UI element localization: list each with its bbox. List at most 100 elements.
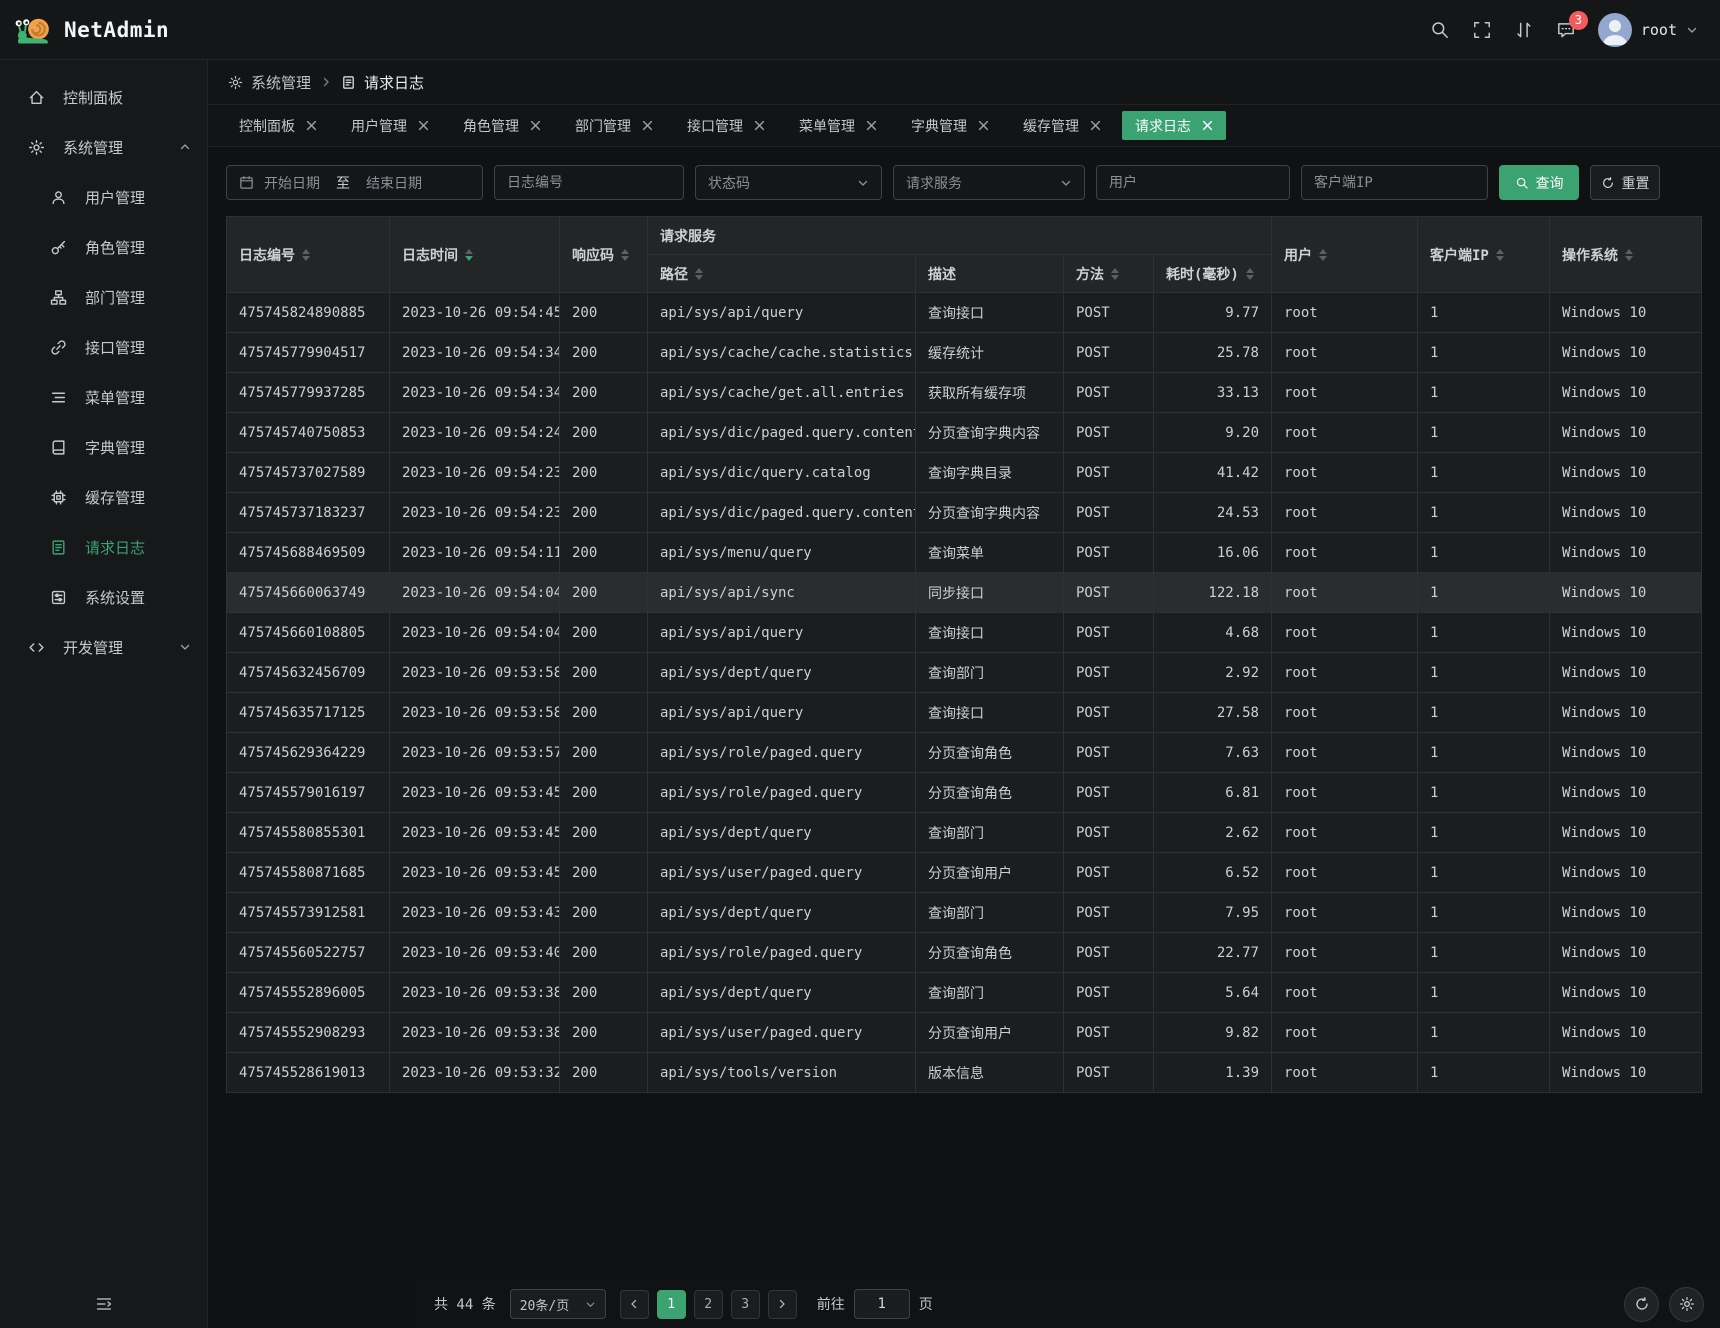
tab-label: 接口管理 (687, 116, 743, 136)
table-row[interactable]: 475745737027589 2023-10-26 09:54:23 200 … (227, 453, 1702, 493)
sidebar-item-menus[interactable]: 菜单管理 (0, 372, 207, 422)
breadcrumb: 系统管理 请求日志 (208, 60, 1720, 105)
table-row[interactable]: 475745573912581 2023-10-26 09:53:43 200 … (227, 893, 1702, 933)
table-row[interactable]: 475745740750853 2023-10-26 09:54:24 200 … (227, 413, 1702, 453)
table-row[interactable]: 475745560522757 2023-10-26 09:53:40 200 … (227, 933, 1702, 973)
close-icon[interactable] (530, 120, 541, 131)
sidebar-item-development[interactable]: 开发管理 (0, 622, 207, 672)
col-header-user[interactable]: 用户 (1272, 217, 1418, 293)
tab-departments[interactable]: 部门管理 (562, 111, 666, 140)
log-id-input[interactable] (495, 166, 683, 199)
sidebar-item-roles[interactable]: 角色管理 (0, 222, 207, 272)
table-row[interactable]: 475745629364229 2023-10-26 09:53:57 200 … (227, 733, 1702, 773)
col-header-os[interactable]: 操作系统 (1550, 217, 1702, 293)
table-row[interactable]: 475745660063749 2023-10-26 09:54:04 200 … (227, 573, 1702, 613)
close-icon[interactable] (1090, 120, 1101, 131)
table-row[interactable]: 475745779937285 2023-10-26 09:54:34 200 … (227, 373, 1702, 413)
cell-user: root (1272, 773, 1418, 813)
col-header-log-time[interactable]: 日志时间 (390, 217, 560, 293)
table-row[interactable]: 475745580855301 2023-10-26 09:53:45 200 … (227, 813, 1702, 853)
query-button[interactable]: 查询 (1499, 165, 1579, 200)
cell-log-id: 475745632456709 (227, 653, 390, 693)
prev-page-button[interactable] (620, 1290, 649, 1319)
table-row[interactable]: 475745635717125 2023-10-26 09:53:58 200 … (227, 693, 1702, 733)
col-header-log-id[interactable]: 日志编号 (227, 217, 390, 293)
status-code-select[interactable]: 状态码 (695, 165, 882, 200)
col-header-duration[interactable]: 耗时(毫秒) (1154, 255, 1272, 293)
tab-menus[interactable]: 菜单管理 (786, 111, 890, 140)
sidebar-item-users[interactable]: 用户管理 (0, 172, 207, 222)
request-log-table: 日志编号 日志时间 响应码 请求服务 用户 客户端IP 操作系统 路径 描述 方… (226, 216, 1702, 1093)
client-ip-input[interactable] (1302, 166, 1487, 199)
table-row[interactable]: 475745580871685 2023-10-26 09:53:45 200 … (227, 853, 1702, 893)
col-header-status-code[interactable]: 响应码 (560, 217, 648, 293)
date-range-picker[interactable]: 开始日期 至 结束日期 (226, 165, 483, 200)
search-icon[interactable] (1430, 20, 1450, 40)
tab-dashboard[interactable]: 控制面板 (226, 111, 330, 140)
sidebar-collapse-button[interactable] (0, 1280, 207, 1328)
cell-log-time: 2023-10-26 09:54:34 (390, 373, 560, 413)
close-icon[interactable] (642, 120, 653, 131)
next-page-button[interactable] (768, 1290, 797, 1319)
table-row[interactable]: 475745737183237 2023-10-26 09:54:23 200 … (227, 493, 1702, 533)
tab-request-logs[interactable]: 请求日志 (1122, 111, 1226, 140)
table-row[interactable]: 475745688469509 2023-10-26 09:54:11 200 … (227, 533, 1702, 573)
col-header-method[interactable]: 方法 (1064, 255, 1154, 293)
sidebar-item-dashboard[interactable]: 控制面板 (0, 72, 207, 122)
table-row[interactable]: 475745660108805 2023-10-26 09:54:04 200 … (227, 613, 1702, 653)
sidebar-item-label: 请求日志 (85, 537, 145, 558)
col-header-client-ip[interactable]: 客户端IP (1418, 217, 1550, 293)
tab-roles[interactable]: 角色管理 (450, 111, 554, 140)
page-button-1[interactable]: 1 (657, 1290, 686, 1319)
fullscreen-icon[interactable] (1472, 20, 1492, 40)
page-size-select[interactable]: 20条/页 (510, 1289, 606, 1319)
service-select[interactable]: 请求服务 (893, 165, 1085, 200)
tab-apis[interactable]: 接口管理 (674, 111, 778, 140)
tab-dictionary[interactable]: 字典管理 (898, 111, 1002, 140)
settings-button[interactable] (1669, 1287, 1704, 1322)
table-row[interactable]: 475745824890885 2023-10-26 09:54:45 200 … (227, 293, 1702, 333)
cell-log-id: 475745779904517 (227, 333, 390, 373)
sidebar-item-departments[interactable]: 部门管理 (0, 272, 207, 322)
close-icon[interactable] (978, 120, 989, 131)
cell-client-ip: 1 (1418, 773, 1550, 813)
table-row[interactable]: 475745552896005 2023-10-26 09:53:38 200 … (227, 973, 1702, 1013)
cell-method: POST (1064, 693, 1154, 733)
cell-path: api/sys/role/paged.query (648, 773, 916, 813)
table-row[interactable]: 475745779904517 2023-10-26 09:54:34 200 … (227, 333, 1702, 373)
reset-button[interactable]: 重置 (1590, 165, 1660, 200)
table-row[interactable]: 475745579016197 2023-10-26 09:53:45 200 … (227, 773, 1702, 813)
sidebar-item-request-logs[interactable]: 请求日志 (0, 522, 207, 572)
goto-page-input[interactable] (854, 1289, 910, 1319)
page-button-3[interactable]: 3 (731, 1290, 760, 1319)
close-icon[interactable] (754, 120, 765, 131)
close-icon[interactable] (306, 120, 317, 131)
sidebar-item-system[interactable]: 系统管理 (0, 122, 207, 172)
close-icon[interactable] (866, 120, 877, 131)
user-input[interactable] (1097, 166, 1289, 199)
table-row[interactable]: 475745552908293 2023-10-26 09:53:38 200 … (227, 1013, 1702, 1053)
page-button-2[interactable]: 2 (694, 1290, 723, 1319)
cell-description: 查询部门 (916, 653, 1064, 693)
arrows-swap-icon[interactable] (1514, 20, 1534, 40)
notifications-button[interactable]: 3 (1556, 20, 1576, 40)
close-icon[interactable] (1202, 120, 1213, 131)
cell-os: Windows 10 (1550, 733, 1702, 773)
table-row[interactable]: 475745632456709 2023-10-26 09:53:58 200 … (227, 653, 1702, 693)
tab-users[interactable]: 用户管理 (338, 111, 442, 140)
sidebar-item-cache[interactable]: 缓存管理 (0, 472, 207, 522)
sidebar-item-apis[interactable]: 接口管理 (0, 322, 207, 372)
col-header-path[interactable]: 路径 (648, 255, 916, 293)
tab-cache[interactable]: 缓存管理 (1010, 111, 1114, 140)
cell-duration: 6.81 (1154, 773, 1272, 813)
brand[interactable]: NetAdmin (14, 12, 169, 48)
close-icon[interactable] (418, 120, 429, 131)
sidebar-item-settings[interactable]: 系统设置 (0, 572, 207, 622)
breadcrumb-section[interactable]: 系统管理 (228, 72, 311, 93)
sort-caret (1319, 249, 1327, 261)
table-row[interactable]: 475745528619013 2023-10-26 09:53:32 200 … (227, 1053, 1702, 1093)
user-menu[interactable]: root (1598, 13, 1698, 47)
sidebar-item-dictionary[interactable]: 字典管理 (0, 422, 207, 472)
refresh-button[interactable] (1624, 1287, 1659, 1322)
pagination-bar: 共 44 条 20条/页 1 2 3 前往 页 (416, 1280, 1720, 1328)
